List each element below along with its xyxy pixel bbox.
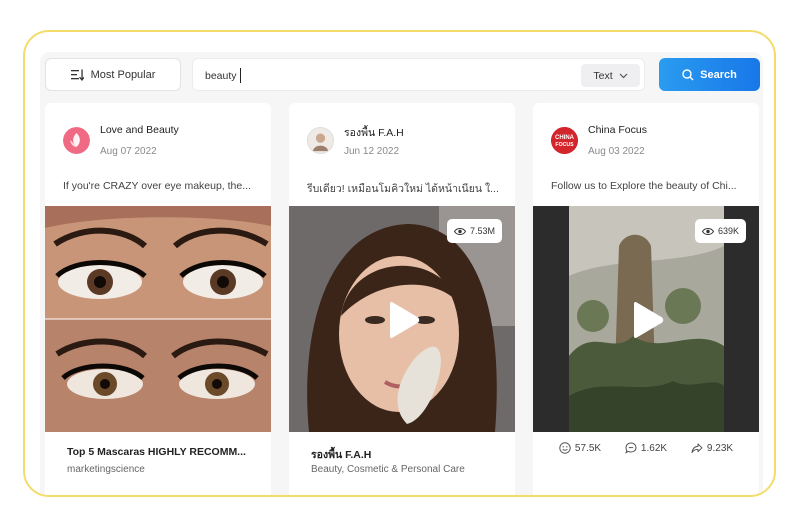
- post-source: Beauty, Cosmetic & Personal Care: [311, 464, 465, 475]
- share-icon: [691, 443, 703, 454]
- play-icon[interactable]: [630, 301, 664, 339]
- avatar: CHINA FOCUS: [551, 127, 578, 154]
- post-image[interactable]: [45, 206, 271, 432]
- content-frame: Most Popular Text Search: [23, 30, 776, 497]
- sort-icon: [70, 69, 84, 81]
- search-type-label: Text: [593, 69, 613, 82]
- post-date: Jun 12 2022: [344, 146, 400, 157]
- comment-icon: [625, 442, 637, 454]
- author-name[interactable]: China Focus: [588, 124, 647, 136]
- sort-button[interactable]: Most Popular: [45, 58, 181, 91]
- post-description: If you're CRAZY over eye makeup, the...: [63, 180, 251, 192]
- views-badge: 639K: [694, 219, 746, 243]
- result-card[interactable]: Love and Beauty Aug 07 2022 If you're CR…: [45, 103, 271, 495]
- lotus-icon: [63, 127, 90, 154]
- views-badge: 7.53M: [446, 219, 502, 243]
- play-icon[interactable]: [386, 301, 420, 339]
- post-date: Aug 07 2022: [100, 146, 157, 157]
- search-type-select[interactable]: Text: [581, 64, 640, 87]
- view-count: 639K: [717, 226, 739, 236]
- avatar: [63, 127, 90, 154]
- post-description: รีบเดียว! เหมือนโมคิวใหม่ ได้หน้าเนียน ใ…: [307, 183, 499, 195]
- likes-stat: 57.5K: [559, 442, 601, 454]
- likes-count: 57.5K: [574, 442, 602, 454]
- search-icon: [682, 68, 694, 80]
- search-button-label: Search: [700, 68, 737, 81]
- svg-text:CHINA: CHINA: [555, 135, 575, 141]
- comments-count: 1.62K: [640, 442, 668, 454]
- engagement-stats: 57.5K 1.62K 9.23K: [533, 442, 759, 454]
- eye-icon: [453, 227, 466, 235]
- shares-count: 9.23K: [706, 442, 734, 454]
- result-card[interactable]: CHINA FOCUS China Focus Aug 03 2022 Foll…: [533, 103, 759, 495]
- text-caret: [240, 68, 241, 83]
- china-focus-logo: CHINA FOCUS: [551, 127, 578, 154]
- svg-text:FOCUS: FOCUS: [555, 142, 574, 148]
- eye-icon: [701, 227, 714, 235]
- search-button[interactable]: Search: [659, 58, 760, 91]
- post-title[interactable]: รองพื้น F.A.H: [311, 446, 371, 463]
- chevron-down-icon: [619, 73, 628, 78]
- avatar-portrait-icon: [308, 128, 333, 153]
- result-card[interactable]: รองพื้น F.A.H Jun 12 2022 รีบเดียว! เหมื…: [289, 103, 515, 495]
- results-panel: Most Popular Text Search: [40, 52, 763, 495]
- view-count: 7.53M: [469, 226, 495, 236]
- search-input[interactable]: [205, 68, 565, 84]
- shares-stat: 9.23K: [691, 442, 733, 454]
- comments-stat: 1.62K: [625, 442, 667, 454]
- post-description: Follow us to Explore the beauty of Chi..…: [551, 180, 737, 192]
- post-video[interactable]: 639K: [533, 206, 759, 432]
- author-name[interactable]: Love and Beauty: [100, 124, 179, 136]
- post-date: Aug 03 2022: [588, 146, 645, 157]
- sort-label: Most Popular: [90, 68, 156, 81]
- search-box: Text: [192, 58, 645, 91]
- post-source: marketingscience: [67, 464, 145, 475]
- eyes-makeup-photo: [45, 206, 271, 432]
- avatar: [307, 127, 334, 154]
- smile-icon: [559, 442, 571, 454]
- post-video[interactable]: 7.53M: [289, 206, 515, 432]
- post-title[interactable]: Top 5 Mascaras HIGHLY RECOMM...: [67, 446, 246, 458]
- author-name[interactable]: รองพื้น F.A.H: [344, 124, 404, 141]
